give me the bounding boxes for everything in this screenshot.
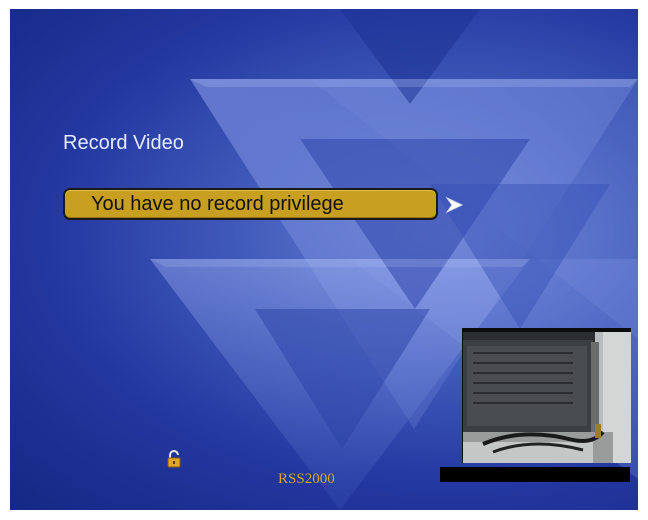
page-title: Record Video xyxy=(63,132,184,154)
dvr-screen: Record Video You have no record privileg… xyxy=(10,9,638,510)
camera-preview xyxy=(462,328,631,463)
preview-status-bar xyxy=(440,467,630,482)
unlocked-padlock-icon xyxy=(167,450,181,468)
record-privilege-menu-item[interactable]: You have no record privilege xyxy=(63,188,438,220)
chevron-right-icon[interactable] xyxy=(444,195,466,215)
brand-label: RSS2000 xyxy=(278,471,335,487)
camera-preview-image xyxy=(463,332,631,463)
